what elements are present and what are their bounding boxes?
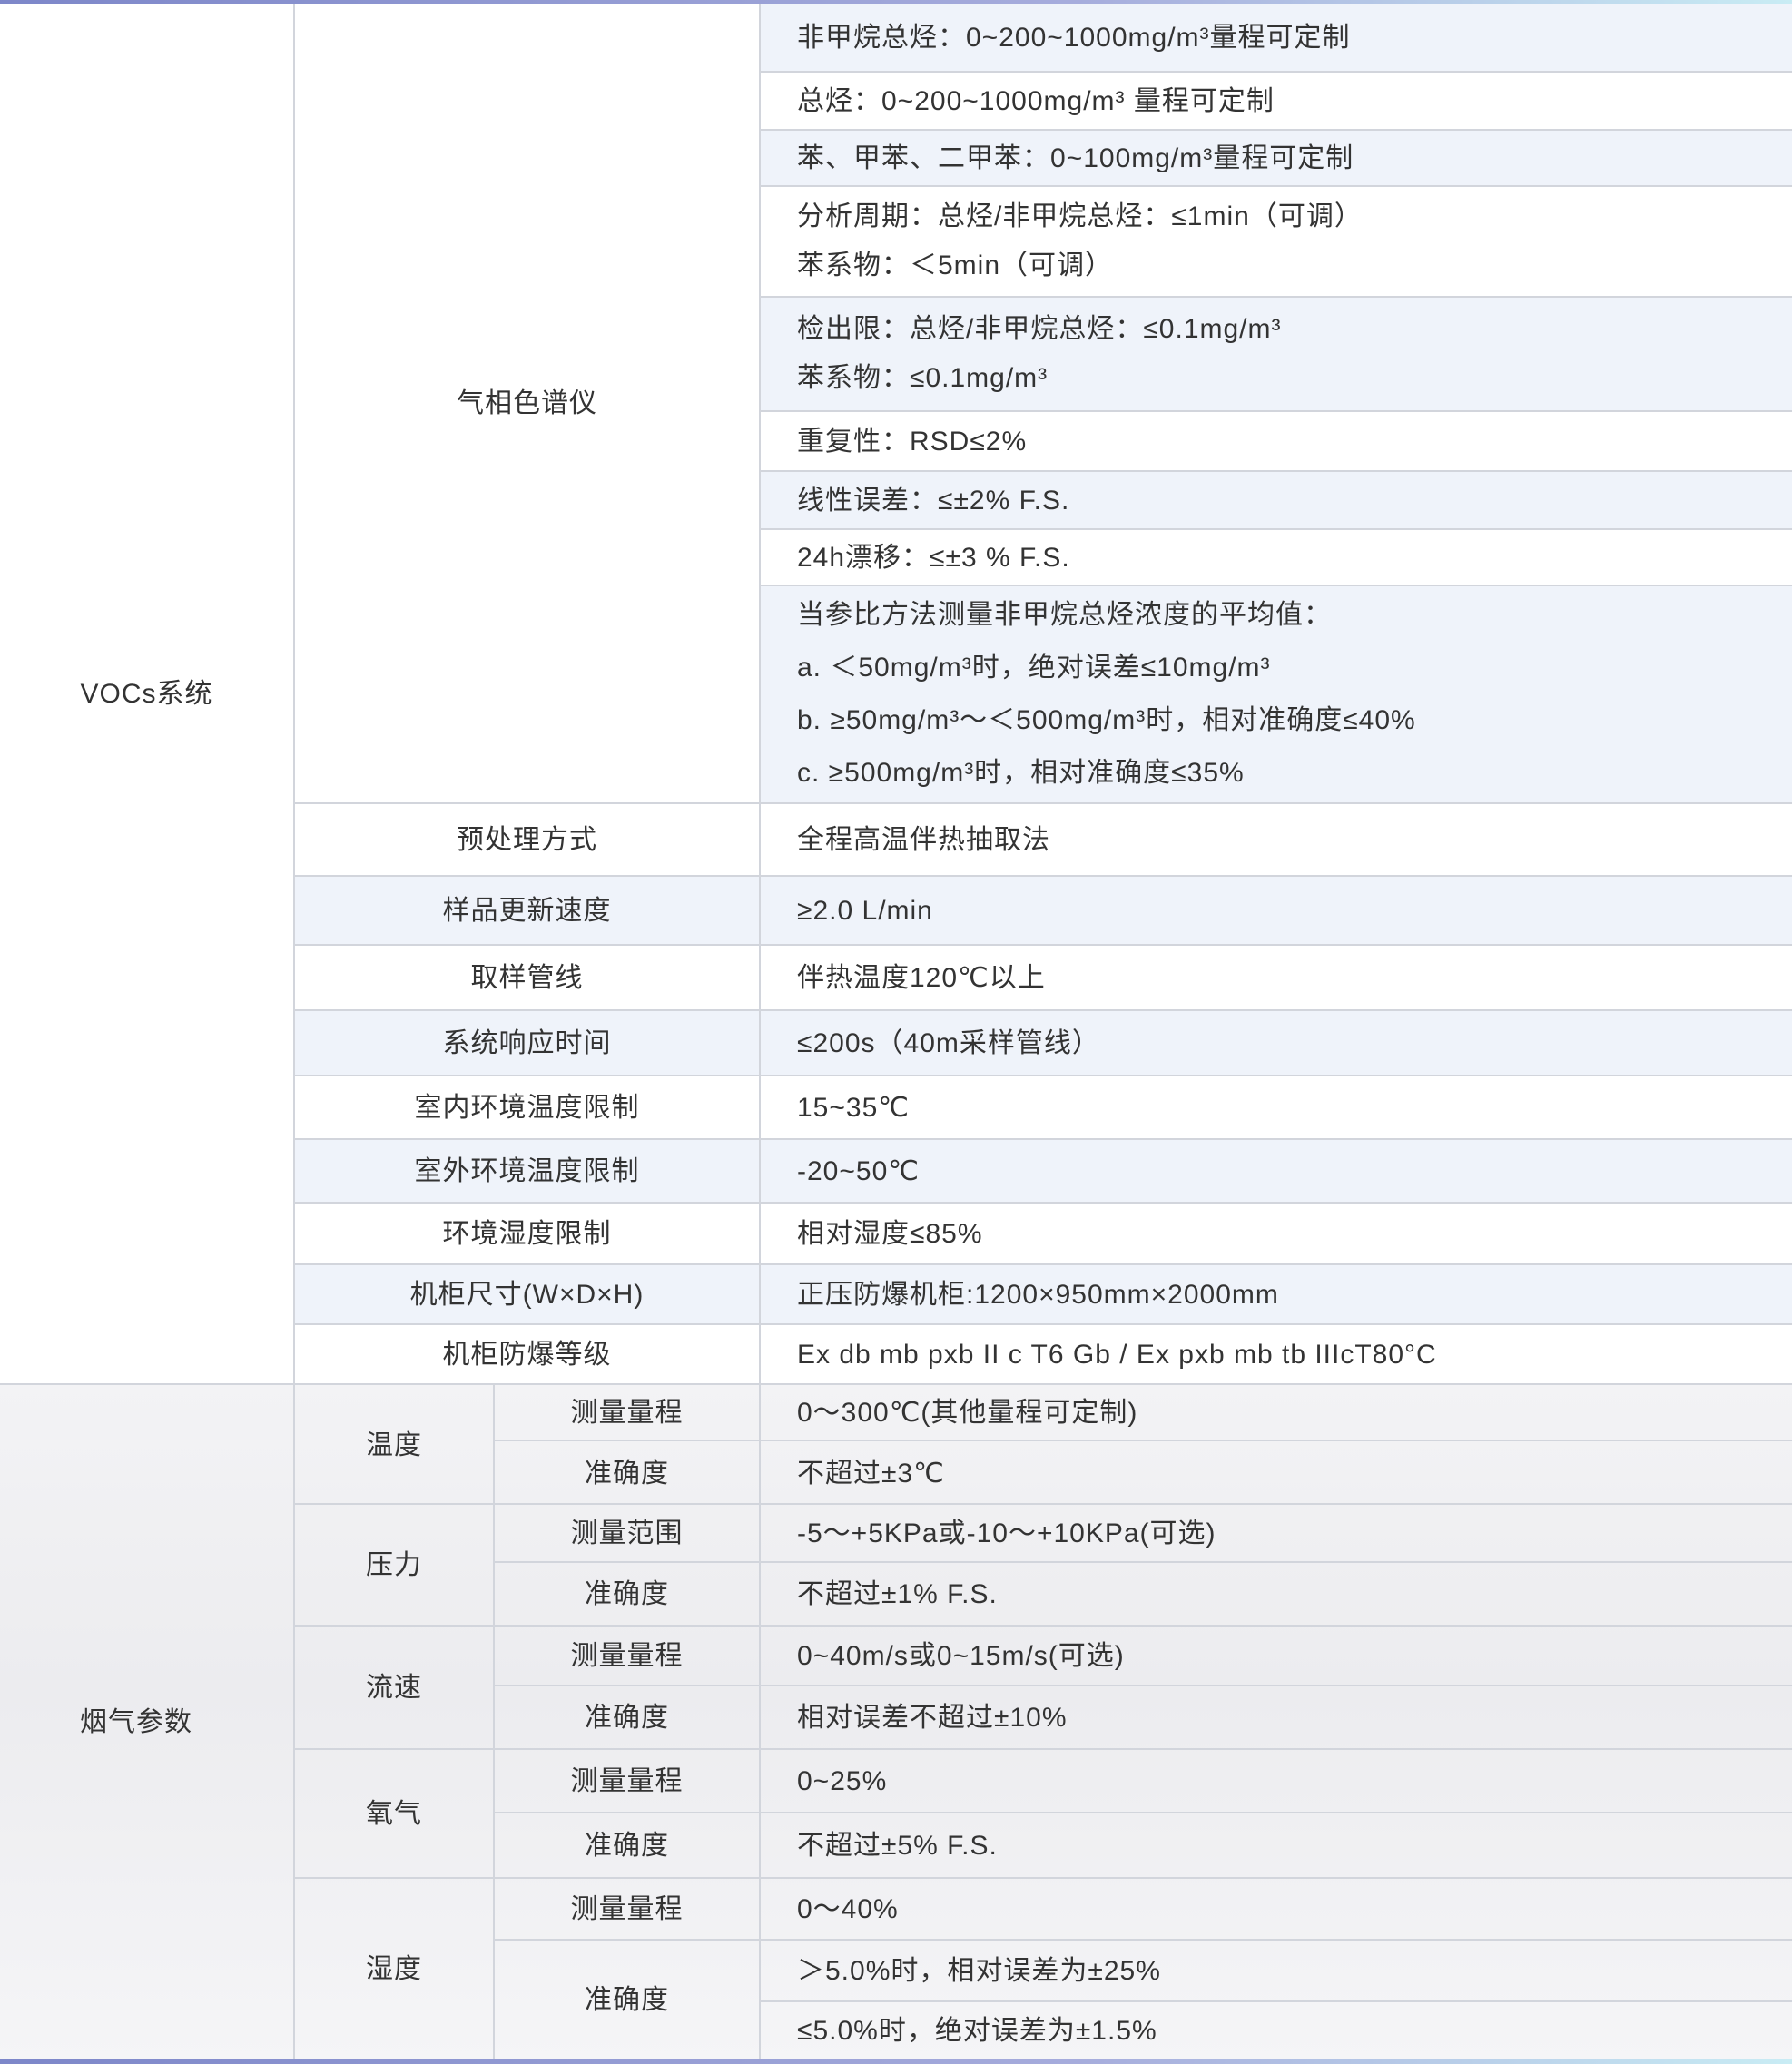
param-item-value: 不超过±5% F.S. <box>797 1830 998 1861</box>
param-item-value: 不超过±3℃ <box>797 1458 945 1489</box>
param-item-value: 0～40% <box>797 1893 899 1924</box>
param-item-value: 不超过±1% F.S. <box>797 1578 998 1609</box>
gc-spec-row: 当参比方法测量非甲烷总烃浓度的平均值： a. ＜50mg/m³时，绝对误差≤10… <box>761 586 1792 802</box>
param-item-value: ＞5.0%时，相对误差为±25% <box>797 1955 1161 1986</box>
vocs-row-label: 预处理方式 <box>457 824 597 855</box>
param-item-label: 准确度 <box>585 1702 669 1733</box>
gc-spec-row: 苯、甲苯、二甲苯：0~100mg/m³量程可定制 <box>761 131 1792 185</box>
gc-spec-row: 检出限：总烃/非甲烷总烃：≤0.1mg/m³ 苯系物：≤0.1mg/m³ <box>761 298 1792 410</box>
flue-group-label: 烟气参数 <box>80 1707 192 1737</box>
param-item-label: 测量量程 <box>570 1893 684 1924</box>
gc-spec-row: 非甲烷总烃：0~200~1000mg/m³量程可定制 <box>761 4 1792 71</box>
gc-spec-row: 分析周期：总烃/非甲烷总烃：≤1min（可调） 苯系物：＜5min（可调） <box>761 187 1792 296</box>
param-item-label: 测量量程 <box>570 1765 684 1796</box>
param-item-value: -5～+5KPa或-10～+10KPa(可选) <box>797 1518 1216 1548</box>
param-item-value: 0~40m/s或0~15m/s(可选) <box>797 1640 1125 1671</box>
param-name: 湿度 <box>366 1954 422 1984</box>
param-name: 流速 <box>366 1672 422 1703</box>
vocs-row-label: 室内环境温度限制 <box>414 1092 640 1123</box>
gc-spec-line: 当参比方法测量非甲烷总烃浓度的平均值： <box>797 600 1332 630</box>
vocs-row-value: -20~50℃ <box>761 1140 1792 1202</box>
vocs-row-label: 机柜尺寸(W×D×H) <box>295 1265 759 1323</box>
gc-spec-row: 24h漂移：≤±3 % F.S. <box>797 542 1070 573</box>
param-name: 压力 <box>366 1549 422 1580</box>
gc-spec-line: b. ≥50mg/m³～＜500mg/m³时，相对准确度≤40% <box>797 705 1416 735</box>
gc-spec-row: 总烃：0~200~1000mg/m³ 量程可定制 <box>797 85 1275 116</box>
vocs-row-label: 室外环境温度限制 <box>295 1140 759 1202</box>
param-item-label: 测量范围 <box>570 1518 684 1548</box>
param-item-value: ≤5.0%时，绝对误差为±1.5% <box>797 2016 1157 2046</box>
gc-spec-row: 重复性：RSD≤2% <box>797 426 1028 457</box>
param-item-label: 准确度 <box>585 1458 669 1489</box>
gc-spec-line: c. ≥500mg/m³时，相对准确度≤35% <box>797 758 1245 788</box>
gc-spec-row: 线性误差：≤±2% F.S. <box>761 472 1792 528</box>
vocs-row-value: ≥2.0 L/min <box>761 877 1792 944</box>
param-item-label: 测量量程 <box>570 1397 684 1428</box>
gc-spec-line: a. ＜50mg/m³时，绝对误差≤10mg/m³ <box>797 653 1271 683</box>
param-item-label: 准确度 <box>585 1985 669 2015</box>
param-item-label: 准确度 <box>585 1830 669 1861</box>
param-name: 温度 <box>366 1430 422 1460</box>
vocs-group-label: VOCs系统 <box>80 678 213 709</box>
vocs-row-value: 全程高温伴热抽取法 <box>797 824 1050 855</box>
vocs-row-value: 15~35℃ <box>797 1092 910 1123</box>
vocs-row-label: 取样管线 <box>470 962 584 993</box>
vocs-row-value: Ex db mb pxb II c T6 Gb / Ex pxb mb tb I… <box>797 1339 1437 1370</box>
gc-spec-line: 苯系物：＜5min（可调） <box>797 251 1114 280</box>
param-name: 氧气 <box>366 1798 422 1829</box>
param-item-value: 相对误差不超过±10% <box>797 1702 1068 1733</box>
vocs-row-value: 相对湿度≤85% <box>797 1218 983 1249</box>
vocs-row-value: 伴热温度120℃以上 <box>797 962 1046 993</box>
vocs-row-label: 系统响应时间 <box>295 1011 759 1075</box>
param-item-value: 0~25% <box>797 1765 888 1796</box>
vocs-row-value: ≤200s（40m采样管线） <box>761 1011 1792 1075</box>
gc-spec-line: 分析周期：总烃/非甲烷总烃：≤1min（可调） <box>797 201 1363 231</box>
vocs-row-label: 样品更新速度 <box>295 877 759 944</box>
gc-label: 气相色谱仪 <box>457 388 597 418</box>
param-item-label: 测量量程 <box>570 1640 684 1671</box>
spec-table: VOCs系统 气相色谱仪 非甲烷总烃：0~200~1000mg/m³量程可定制 … <box>0 0 1792 2064</box>
vocs-row-value: 正压防爆机柜:1200×950mm×2000mm <box>761 1265 1792 1323</box>
vocs-row-label: 机柜防爆等级 <box>442 1339 612 1370</box>
bottom-border <box>0 2059 1792 2064</box>
param-item-label: 准确度 <box>585 1578 669 1609</box>
gc-spec-line: 苯系物：≤0.1mg/m³ <box>797 363 1049 393</box>
vocs-row-label: 环境湿度限制 <box>442 1218 612 1249</box>
gc-spec-line: 检出限：总烃/非甲烷总烃：≤0.1mg/m³ <box>797 314 1282 344</box>
param-item-value: 0～300℃(其他量程可定制) <box>797 1397 1138 1428</box>
